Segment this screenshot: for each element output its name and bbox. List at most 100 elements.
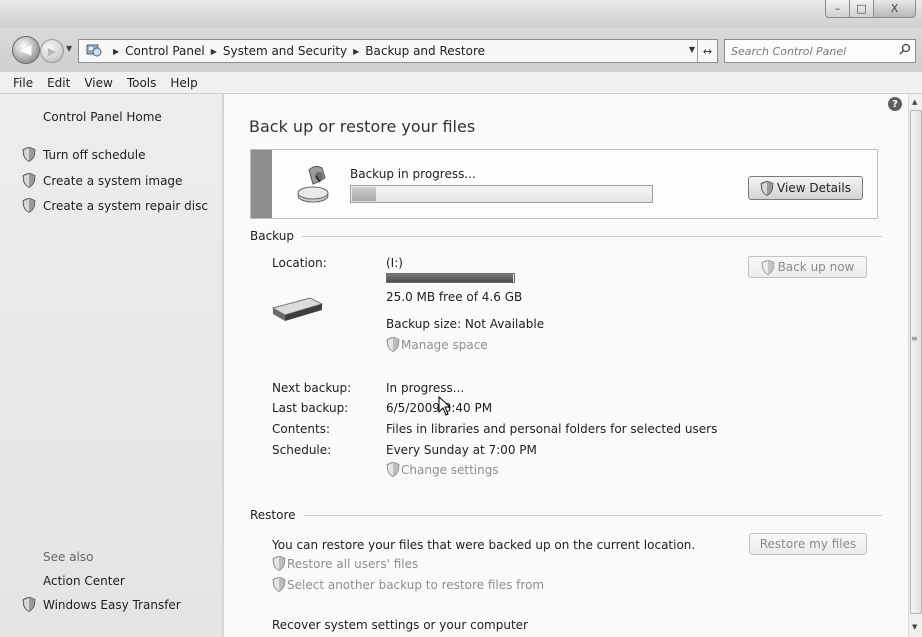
- recover-system-settings-link[interactable]: Recover system settings or your computer: [272, 618, 528, 632]
- uac-shield-icon: [386, 337, 400, 352]
- vertical-scrollbar[interactable]: ▲ ≡ ▼: [908, 94, 922, 637]
- uac-shield-icon: [272, 577, 286, 592]
- schedule-value: Every Sunday at 7:00 PM: [386, 443, 537, 457]
- refresh-button[interactable]: ↔: [697, 40, 717, 62]
- backup-section-title: Backup: [250, 229, 294, 243]
- forward-arrow-icon: ▶: [47, 44, 57, 58]
- restore-all-users-label: Restore all users' files: [287, 556, 419, 571]
- restore-my-files-button[interactable]: Restore my files: [749, 533, 867, 555]
- uac-shield-icon: [22, 147, 36, 162]
- view-details-label: View Details: [777, 181, 851, 195]
- menu-view[interactable]: View: [77, 76, 119, 90]
- scroll-up-icon[interactable]: ▲: [912, 98, 917, 106]
- address-dropdown-icon[interactable]: ▼: [689, 45, 695, 54]
- turn-off-schedule-link[interactable]: Turn off schedule: [22, 147, 145, 162]
- restore-all-users-link[interactable]: Restore all users' files: [272, 556, 418, 571]
- backup-icon: [297, 165, 329, 203]
- create-system-image-label: Create a system image: [43, 173, 183, 188]
- menu-bar: File Edit View Tools Help: [0, 72, 922, 94]
- menu-tools[interactable]: Tools: [120, 76, 164, 90]
- select-another-backup-label: Select another backup to restore files f…: [287, 577, 545, 592]
- backup-progress-bar: [350, 185, 653, 203]
- next-backup-label: Next backup:: [272, 381, 352, 395]
- view-details-button[interactable]: View Details: [748, 176, 863, 200]
- help-icon[interactable]: ?: [888, 97, 902, 111]
- mouse-cursor-icon: [438, 396, 452, 416]
- uac-shield-icon: [22, 173, 36, 188]
- restore-description: You can restore your files that were bac…: [272, 538, 696, 552]
- backup-progress-fill: [352, 187, 376, 201]
- maximize-button[interactable]: □: [850, 0, 874, 18]
- address-bar[interactable]: ▶ Control Panel ▶ System and Security ▶ …: [78, 39, 718, 63]
- window-controls: – □ X: [825, 0, 916, 18]
- menu-help[interactable]: Help: [163, 76, 204, 90]
- next-backup-value: In progress...: [386, 381, 465, 395]
- uac-shield-icon: [22, 597, 36, 612]
- windows-easy-transfer-link[interactable]: Windows Easy Transfer: [22, 597, 181, 612]
- menu-edit[interactable]: Edit: [40, 76, 77, 90]
- drive-usage-fill: [387, 274, 513, 282]
- manage-space-link[interactable]: Manage space: [386, 337, 488, 352]
- control-panel-home-link[interactable]: Control Panel Home: [43, 110, 162, 124]
- windows-easy-transfer-label: Windows Easy Transfer: [43, 597, 181, 612]
- backup-progress-label: Backup in progress...: [350, 167, 476, 181]
- backup-section-header: Backup: [250, 229, 882, 243]
- select-another-backup-link[interactable]: Select another backup to restore files f…: [272, 577, 544, 592]
- see-also-heading: See also: [43, 550, 94, 564]
- section-divider: [302, 235, 882, 237]
- uac-shield-icon: [272, 556, 286, 571]
- create-system-image-link[interactable]: Create a system image: [22, 173, 182, 188]
- search-input[interactable]: Search Control Panel: [724, 39, 916, 63]
- section-divider: [303, 514, 882, 516]
- manage-space-label: Manage space: [401, 337, 488, 352]
- title-bar: – □ X: [0, 0, 922, 28]
- backup-progress-panel: Backup in progress... View Details: [250, 149, 878, 219]
- breadcrumb-system-and-security[interactable]: System and Security: [223, 44, 347, 58]
- create-repair-disc-link[interactable]: Create a system repair disc: [22, 198, 208, 213]
- turn-off-schedule-label: Turn off schedule: [43, 147, 146, 162]
- page-title: Back up or restore your files: [249, 117, 476, 136]
- back-up-now-label: Back up now: [777, 260, 855, 274]
- control-panel-icon: [85, 43, 103, 59]
- drive-usage-bar: [386, 273, 515, 283]
- breadcrumb-separator[interactable]: ▶: [353, 47, 359, 56]
- schedule-label: Schedule:: [272, 443, 332, 457]
- uac-shield-icon: [22, 198, 36, 213]
- forward-button[interactable]: ▶: [40, 39, 64, 63]
- sidebar: Control Panel Home Turn off schedule Cre…: [0, 94, 223, 637]
- breadcrumb-separator[interactable]: ▶: [113, 47, 119, 56]
- uac-shield-icon: [760, 180, 774, 196]
- breadcrumb-backup-and-restore[interactable]: Backup and Restore: [365, 44, 485, 58]
- change-settings-link[interactable]: Change settings: [386, 462, 499, 477]
- contents-value: Files in libraries and personal folders …: [386, 422, 718, 436]
- progress-accent-strip: [251, 150, 272, 218]
- location-value: (I:): [386, 256, 403, 270]
- location-label: Location:: [272, 256, 327, 270]
- breadcrumb-control-panel[interactable]: Control Panel: [125, 44, 205, 58]
- action-center-link[interactable]: Action Center: [43, 574, 125, 588]
- create-repair-disc-label: Create a system repair disc: [43, 198, 208, 213]
- restore-section-header: Restore: [250, 508, 882, 522]
- uac-shield-icon: [761, 259, 775, 275]
- scroll-grip-icon: ≡: [911, 334, 918, 343]
- recent-pages-button[interactable]: ▼: [66, 44, 72, 53]
- change-settings-label: Change settings: [401, 462, 499, 477]
- search-icon[interactable]: [899, 43, 911, 59]
- external-drive-icon: [271, 297, 324, 321]
- contents-label: Contents:: [272, 422, 331, 436]
- navigation-bar: ◀ ▶ ▼ ▶ Control Panel ▶ System and Secur…: [0, 28, 922, 72]
- free-space-text: 25.0 MB free of 4.6 GB: [386, 290, 523, 304]
- refresh-icon: ↔: [702, 44, 713, 58]
- menu-file[interactable]: File: [6, 76, 40, 90]
- back-arrow-icon: ◀: [20, 42, 32, 58]
- back-up-now-button[interactable]: Back up now: [748, 256, 867, 278]
- back-button[interactable]: ◀: [12, 36, 40, 64]
- last-backup-label: Last backup:: [272, 401, 349, 415]
- scroll-thumb[interactable]: [910, 110, 922, 614]
- minimize-button[interactable]: –: [825, 0, 850, 18]
- breadcrumb-separator[interactable]: ▶: [211, 47, 217, 56]
- restore-my-files-label: Restore my files: [759, 537, 857, 551]
- backup-size-text: Backup size: Not Available: [386, 317, 545, 331]
- close-button[interactable]: X: [874, 0, 916, 18]
- scroll-down-icon[interactable]: ▼: [912, 623, 917, 631]
